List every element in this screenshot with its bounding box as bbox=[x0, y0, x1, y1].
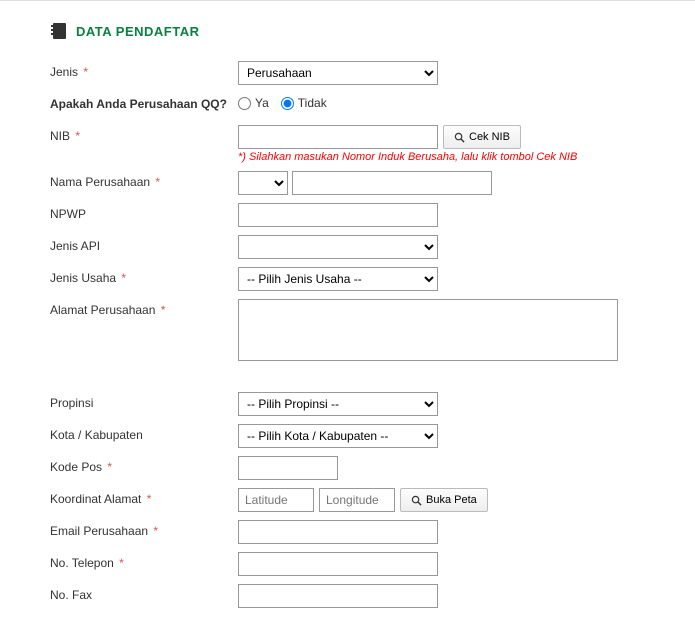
input-longitude[interactable] bbox=[319, 488, 395, 512]
section-header: DATA PENDAFTAR bbox=[50, 21, 645, 41]
search-icon bbox=[411, 495, 422, 506]
radio-ya-label: Ya bbox=[255, 96, 269, 110]
label-telepon: No. Telepon * bbox=[50, 552, 238, 570]
input-latitude[interactable] bbox=[238, 488, 314, 512]
radio-tidak-label: Tidak bbox=[298, 96, 327, 110]
select-kota[interactable]: -- Pilih Kota / Kabupaten -- bbox=[238, 424, 438, 448]
button-buka-peta[interactable]: Buka Peta bbox=[400, 488, 488, 512]
label-kode-pos: Kode Pos * bbox=[50, 456, 238, 474]
label-qq: Apakah Anda Perusahaan QQ? bbox=[50, 93, 238, 111]
label-nib: NIB * bbox=[50, 125, 238, 143]
select-company-prefix[interactable] bbox=[238, 171, 288, 195]
label-alamat: Alamat Perusahaan * bbox=[50, 299, 238, 317]
section-title: DATA PENDAFTAR bbox=[76, 24, 200, 39]
input-kode-pos[interactable] bbox=[238, 456, 338, 480]
label-jenis-usaha: Jenis Usaha * bbox=[50, 267, 238, 285]
input-email[interactable] bbox=[238, 520, 438, 544]
select-jenis-api[interactable] bbox=[238, 235, 438, 259]
label-npwp: NPWP bbox=[50, 203, 238, 221]
radio-ya[interactable] bbox=[238, 97, 251, 110]
select-jenis[interactable]: Perusahaan bbox=[238, 61, 438, 85]
radio-tidak[interactable] bbox=[281, 97, 294, 110]
label-jenis: Jenis * bbox=[50, 61, 238, 79]
label-email: Email Perusahaan * bbox=[50, 520, 238, 538]
nib-hint: *) Silahkan masukan Nomor Induk Berusaha… bbox=[238, 151, 645, 163]
registrant-icon bbox=[50, 21, 68, 41]
select-jenis-usaha[interactable]: -- Pilih Jenis Usaha -- bbox=[238, 267, 438, 291]
label-fax: No. Fax bbox=[50, 584, 238, 602]
search-icon bbox=[454, 132, 465, 143]
input-nama-perusahaan[interactable] bbox=[292, 171, 492, 195]
input-nib[interactable] bbox=[238, 125, 438, 149]
textarea-alamat[interactable] bbox=[238, 299, 618, 361]
input-fax[interactable] bbox=[238, 584, 438, 608]
input-telepon[interactable] bbox=[238, 552, 438, 576]
label-jenis-api: Jenis API bbox=[50, 235, 238, 253]
label-propinsi: Propinsi bbox=[50, 392, 238, 410]
button-cek-nib[interactable]: Cek NIB bbox=[443, 125, 521, 149]
label-kota: Kota / Kabupaten bbox=[50, 424, 238, 442]
select-propinsi[interactable]: -- Pilih Propinsi -- bbox=[238, 392, 438, 416]
label-koordinat: Koordinat Alamat * bbox=[50, 488, 238, 506]
label-nama-perusahaan: Nama Perusahaan * bbox=[50, 171, 238, 189]
input-npwp[interactable] bbox=[238, 203, 438, 227]
